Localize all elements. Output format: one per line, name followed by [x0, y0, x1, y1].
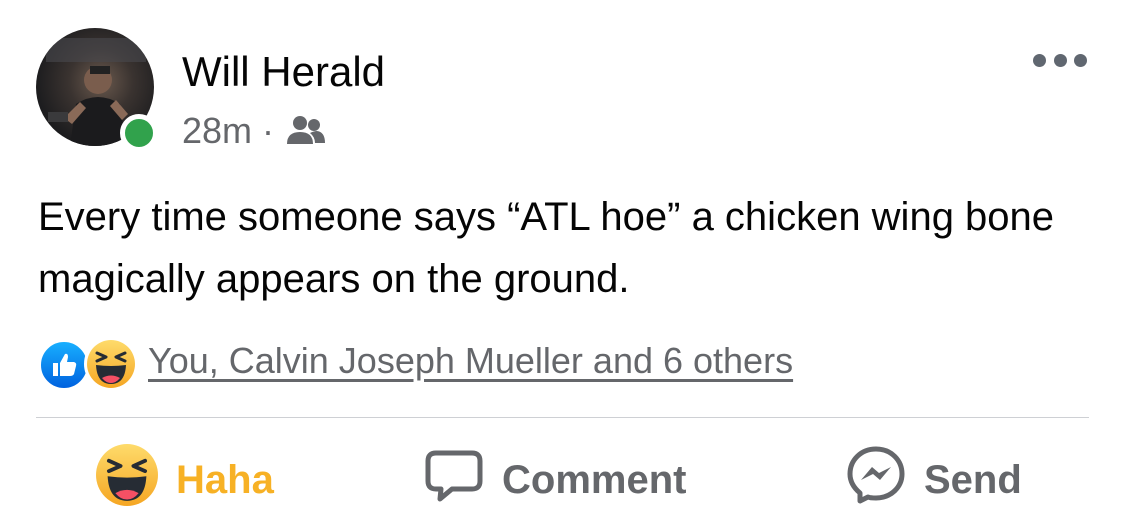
more-options-icon[interactable]	[1033, 50, 1087, 70]
author-name[interactable]: Will Herald	[182, 48, 385, 96]
online-status-dot	[120, 114, 158, 152]
send-label: Send	[924, 457, 1022, 502]
comment-label: Comment	[502, 457, 687, 502]
haha-icon	[96, 444, 158, 516]
send-button[interactable]: Send	[846, 445, 1022, 515]
divider	[36, 417, 1089, 418]
meta-separator: ·	[262, 110, 275, 151]
friends-icon	[286, 114, 326, 148]
post-meta: 28m ·	[182, 110, 326, 152]
haha-reaction-icon	[84, 337, 138, 391]
post-text: Every time someone says “ATL hoe” a chic…	[38, 195, 1055, 301]
reactions-row[interactable]: You, Calvin Joseph Mueller and 6 others	[38, 333, 793, 391]
comment-button[interactable]: Comment	[424, 448, 686, 512]
messenger-icon	[846, 445, 906, 515]
more-dot	[1074, 53, 1087, 67]
like-reaction-icon	[38, 339, 90, 391]
post-time[interactable]: 28m	[182, 110, 252, 152]
more-dot	[1053, 53, 1067, 67]
reaction-icons	[38, 333, 138, 391]
haha-button[interactable]: Haha	[96, 444, 274, 512]
haha-label: Haha	[176, 457, 274, 502]
more-dot	[1033, 53, 1046, 67]
comment-icon	[424, 447, 484, 513]
reactions-summary-link[interactable]: You, Calvin Joseph Mueller and 6 others	[148, 340, 793, 382]
